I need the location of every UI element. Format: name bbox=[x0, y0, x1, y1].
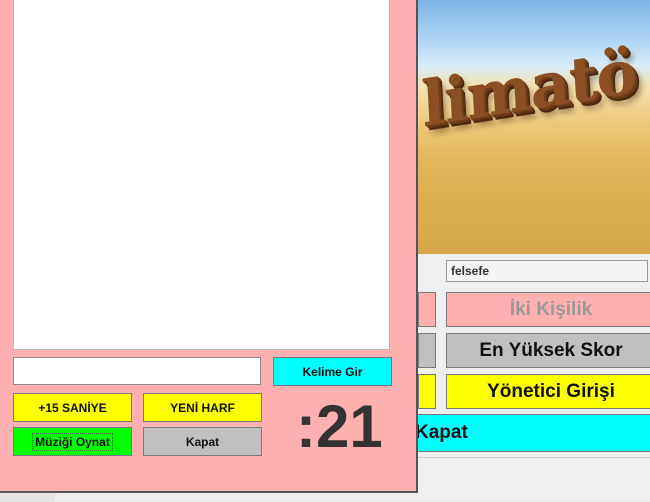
menu-left-button-2[interactable] bbox=[418, 333, 436, 368]
menu-close-button[interactable]: Kapat bbox=[408, 414, 650, 452]
menu-left-button-3[interactable] bbox=[418, 374, 436, 409]
topic-input[interactable] bbox=[446, 260, 648, 282]
new-letter-button[interactable]: YENİ HARF bbox=[143, 393, 262, 422]
word-input[interactable] bbox=[13, 357, 261, 385]
admin-login-button[interactable]: Yönetici Girişi bbox=[446, 374, 650, 409]
menu-left-button-1[interactable] bbox=[418, 292, 436, 327]
word-list-area[interactable] bbox=[13, 0, 390, 350]
two-player-button[interactable]: İki Kişilik bbox=[446, 292, 650, 327]
close-button[interactable]: Kapat bbox=[143, 427, 262, 456]
banner-image: limatö bbox=[418, 0, 650, 254]
menu-close-label: Kapat bbox=[415, 422, 468, 443]
high-score-button[interactable]: En Yüksek Skor bbox=[446, 333, 650, 368]
game-window: Kelime Gir +15 SANİYE YENİ HARF Müziği O… bbox=[0, 0, 418, 493]
banner-title: limatö bbox=[420, 34, 639, 142]
add-time-button[interactable]: +15 SANİYE bbox=[13, 393, 132, 422]
divider bbox=[418, 457, 650, 458]
play-music-label: Müziği Oynat bbox=[32, 432, 113, 451]
submit-word-button[interactable]: Kelime Gir bbox=[273, 357, 392, 386]
play-music-button[interactable]: Müziği Oynat bbox=[13, 427, 132, 456]
timer-display: :21 bbox=[296, 393, 383, 460]
